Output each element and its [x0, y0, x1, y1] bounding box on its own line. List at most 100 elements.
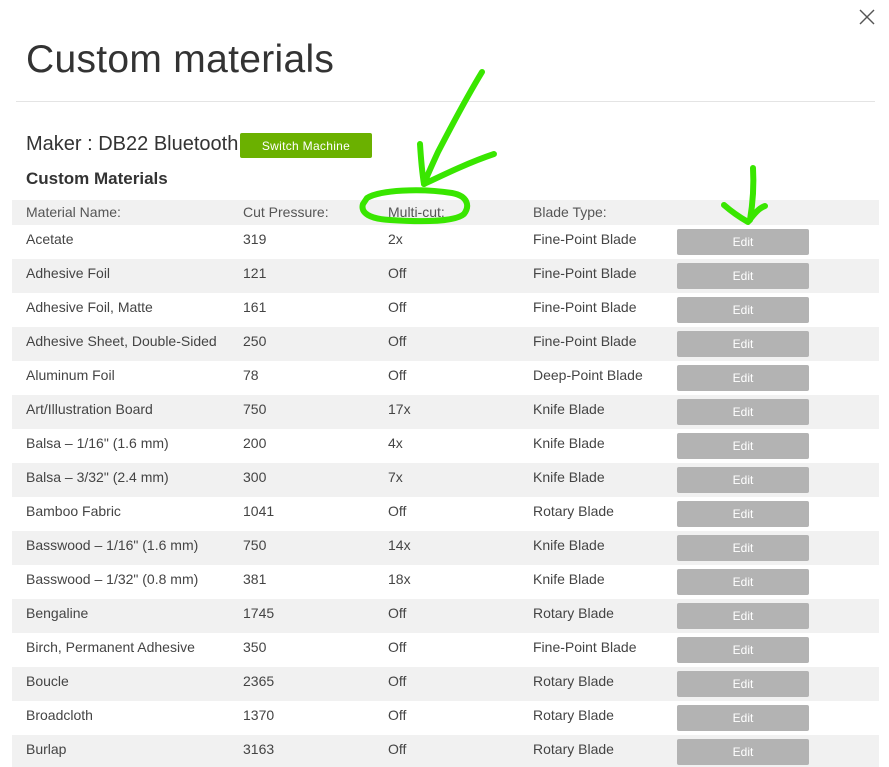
table-row: Bengaline 1745 Off Rotary Blade Edit — [12, 599, 879, 633]
table-body: Acetate 319 2x Fine-Point Blade Edit Adhesive… — [12, 225, 879, 767]
multi-cut: Off — [388, 707, 407, 723]
blade-type: Fine-Point Blade — [533, 333, 637, 349]
table-row: Basswood – 1/32" (0.8 mm) 381 18x Knife Bla… — [12, 565, 879, 599]
cut-pressure: 200 — [243, 435, 267, 451]
material-name: Birch, Permanent Adhesive — [26, 639, 195, 655]
multi-cut: 14x — [388, 537, 411, 553]
material-name: Bamboo Fabric — [26, 503, 121, 519]
multi-cut: Off — [388, 299, 407, 315]
edit-button[interactable]: Edit — [677, 501, 809, 527]
multi-cut: Off — [388, 741, 407, 757]
material-name: Boucle — [26, 673, 69, 689]
edit-button[interactable]: Edit — [677, 569, 809, 595]
table-row: Balsa – 1/16" (1.6 mm) 200 4x Knife Blade Ed… — [12, 429, 879, 463]
cut-pressure: 121 — [243, 265, 267, 281]
table-row: Adhesive Sheet, Double-Sided 250 Off Fine-P… — [12, 327, 879, 361]
blade-type: Knife Blade — [533, 435, 605, 451]
edit-button[interactable]: Edit — [677, 331, 809, 357]
cut-pressure: 300 — [243, 469, 267, 485]
multi-cut: Off — [388, 367, 407, 383]
table-row: Basswood – 1/16" (1.6 mm) 750 14x Knife Bla… — [12, 531, 879, 565]
arrow-to-multicut-shaft — [421, 69, 485, 187]
cut-pressure: 3163 — [243, 741, 275, 757]
edit-button[interactable]: Edit — [677, 433, 809, 459]
column-header-blade: Blade Type: — [533, 204, 607, 220]
blade-type: Rotary Blade — [533, 673, 614, 689]
edit-button[interactable]: Edit — [677, 603, 809, 629]
cut-pressure: 1370 — [243, 707, 275, 723]
table-row: Adhesive Foil 121 Off Fine-Point Blade Edit — [12, 259, 879, 293]
material-name: Adhesive Foil, Matte — [26, 299, 153, 315]
column-header-pressure: Cut Pressure: — [243, 204, 329, 220]
cut-pressure: 1041 — [243, 503, 275, 519]
edit-button[interactable]: Edit — [677, 365, 809, 391]
close-icon[interactable] — [857, 7, 877, 27]
table-row: Art/Illustration Board 750 17x Knife Blade E… — [12, 395, 879, 429]
switch-machine-button[interactable]: Switch Machine — [240, 133, 372, 158]
multi-cut: Off — [388, 333, 407, 349]
material-name: Adhesive Foil — [26, 265, 111, 281]
material-name: Basswood – 1/16" (1.6 mm) — [26, 537, 199, 553]
multi-cut: 7x — [388, 469, 403, 485]
material-name: Balsa – 1/16" (1.6 mm) — [26, 435, 169, 451]
edit-button[interactable]: Edit — [677, 467, 809, 493]
arrow-to-multicut-head — [417, 141, 497, 187]
machine-label: Maker : DB22 Bluetooth — [26, 133, 239, 155]
blade-type: Knife Blade — [533, 571, 605, 587]
column-header-multicut: Multi-cut: — [388, 204, 445, 220]
dialog-title: Custom materials — [26, 38, 335, 81]
edit-button[interactable]: Edit — [677, 297, 809, 323]
multi-cut: 17x — [388, 401, 411, 417]
custom-materials-dialog: Custom materials Maker : DB22 Bluetooth … — [0, 0, 889, 767]
cut-pressure: 319 — [243, 231, 267, 247]
table-row: Acetate 319 2x Fine-Point Blade Edit — [12, 225, 879, 259]
blade-type: Fine-Point Blade — [533, 299, 637, 315]
title-divider — [16, 101, 875, 102]
edit-button[interactable]: Edit — [677, 229, 809, 255]
material-name: Bengaline — [26, 605, 89, 621]
material-name: Aluminum Foil — [26, 367, 115, 383]
table-row: Broadcloth 1370 Off Rotary Blade Edit — [12, 701, 879, 735]
edit-button[interactable]: Edit — [677, 671, 809, 697]
cut-pressure: 250 — [243, 333, 267, 349]
multi-cut: Off — [388, 605, 407, 621]
material-name: Burlap — [26, 741, 67, 757]
multi-cut: Off — [388, 673, 407, 689]
multi-cut: 4x — [388, 435, 403, 451]
multi-cut: Off — [388, 265, 407, 281]
cut-pressure: 350 — [243, 639, 267, 655]
blade-type: Fine-Point Blade — [533, 265, 637, 281]
cut-pressure: 1745 — [243, 605, 275, 621]
cut-pressure: 161 — [243, 299, 267, 315]
edit-button[interactable]: Edit — [677, 399, 809, 425]
edit-button[interactable]: Edit — [677, 739, 809, 765]
cut-pressure: 750 — [243, 401, 267, 417]
edit-button[interactable]: Edit — [677, 535, 809, 561]
blade-type: Knife Blade — [533, 537, 605, 553]
cut-pressure: 2365 — [243, 673, 275, 689]
edit-button[interactable]: Edit — [677, 705, 809, 731]
cut-pressure: 78 — [243, 367, 259, 383]
edit-button[interactable]: Edit — [677, 637, 809, 663]
cut-pressure: 750 — [243, 537, 267, 553]
material-name: Adhesive Sheet, Double-Sided — [26, 333, 217, 349]
table-row: Balsa – 3/32" (2.4 mm) 300 7x Knife Blade Ed… — [12, 463, 879, 497]
material-name: Basswood – 1/32" (0.8 mm) — [26, 571, 199, 587]
column-header-name: Material Name: — [26, 204, 121, 220]
blade-type: Rotary Blade — [533, 503, 614, 519]
blade-type: Knife Blade — [533, 469, 605, 485]
edit-button[interactable]: Edit — [677, 263, 809, 289]
material-name: Balsa – 3/32" (2.4 mm) — [26, 469, 169, 485]
multi-cut: 18x — [388, 571, 411, 587]
blade-type: Fine-Point Blade — [533, 639, 637, 655]
table-row: Adhesive Foil, Matte 161 Off Fine-Point Bla… — [12, 293, 879, 327]
blade-type: Rotary Blade — [533, 741, 614, 757]
material-name: Art/Illustration Board — [26, 401, 153, 417]
blade-type: Deep-Point Blade — [533, 367, 643, 383]
material-name: Broadcloth — [26, 707, 93, 723]
multi-cut: Off — [388, 503, 407, 519]
cut-pressure: 381 — [243, 571, 267, 587]
blade-type: Knife Blade — [533, 401, 605, 417]
table-row: Birch, Permanent Adhesive 350 Off Fine-Poin… — [12, 633, 879, 667]
blade-type: Rotary Blade — [533, 707, 614, 723]
